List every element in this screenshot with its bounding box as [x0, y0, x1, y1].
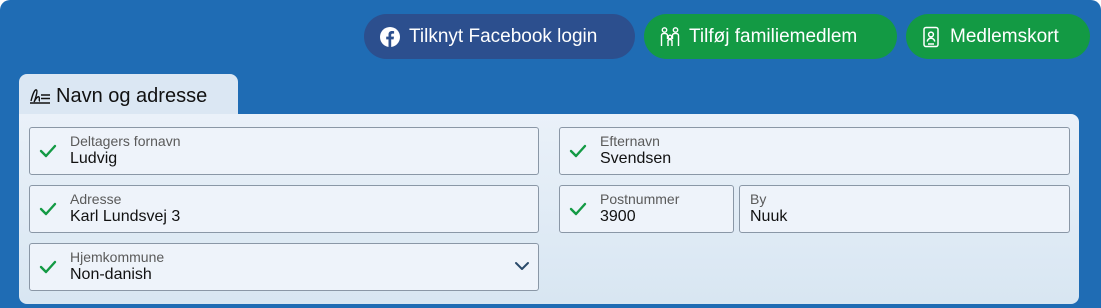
municipality-label: Hjemkommune [70, 249, 165, 265]
last-name-value: Svendsen [600, 150, 672, 167]
postal-code-label: Postnummer [600, 191, 680, 207]
check-icon [39, 144, 57, 158]
tab-label: Navn og adresse [56, 84, 208, 107]
postal-code-field[interactable]: Postnummer 3900 [559, 185, 734, 233]
check-icon [39, 202, 57, 216]
connect-facebook-label: Tilknyt Facebook login [409, 25, 598, 47]
address-label: Adresse [70, 191, 122, 207]
signature-icon [29, 85, 51, 107]
page-frame: Tilknyt Facebook login Tilføj familiemed… [0, 0, 1101, 308]
first-name-label: Deltagers fornavn [70, 133, 181, 149]
municipality-select[interactable]: Hjemkommune Non-danish [29, 243, 539, 291]
address-field[interactable]: Adresse Karl Lundsvej 3 [29, 185, 539, 233]
city-field[interactable]: By Nuuk [739, 185, 1070, 233]
member-card-button[interactable]: Medlemskort [906, 14, 1090, 59]
check-icon [39, 260, 57, 274]
last-name-label: Efternavn [600, 133, 660, 149]
municipality-value: Non-danish [70, 266, 152, 283]
add-family-member-button[interactable]: Tilføj familiemedlem [644, 14, 897, 59]
first-name-value: Ludvig [70, 150, 118, 167]
city-value: Nuuk [750, 208, 788, 225]
check-icon [569, 144, 587, 158]
tab-name-and-address[interactable]: Navn og adresse [19, 74, 238, 118]
first-name-field[interactable]: Deltagers fornavn Ludvig [29, 127, 539, 175]
last-name-field[interactable]: Efternavn Svendsen [559, 127, 1070, 175]
connect-facebook-button[interactable]: Tilknyt Facebook login [364, 14, 635, 59]
chevron-down-icon[interactable] [514, 260, 530, 272]
action-bar: Tilknyt Facebook login Tilføj familiemed… [0, 14, 1101, 59]
city-label: By [750, 191, 767, 207]
address-value: Karl Lundsvej 3 [70, 208, 181, 225]
form-panel: Deltagers fornavn Ludvig Efternavn Svend… [19, 114, 1079, 304]
check-icon [569, 202, 587, 216]
member-card-label: Medlemskort [950, 25, 1059, 47]
facebook-icon [379, 26, 401, 48]
add-family-member-label: Tilføj familiemedlem [689, 25, 858, 47]
member-card-icon [920, 26, 942, 48]
family-icon [659, 26, 681, 48]
postal-code-value: 3900 [600, 208, 636, 225]
